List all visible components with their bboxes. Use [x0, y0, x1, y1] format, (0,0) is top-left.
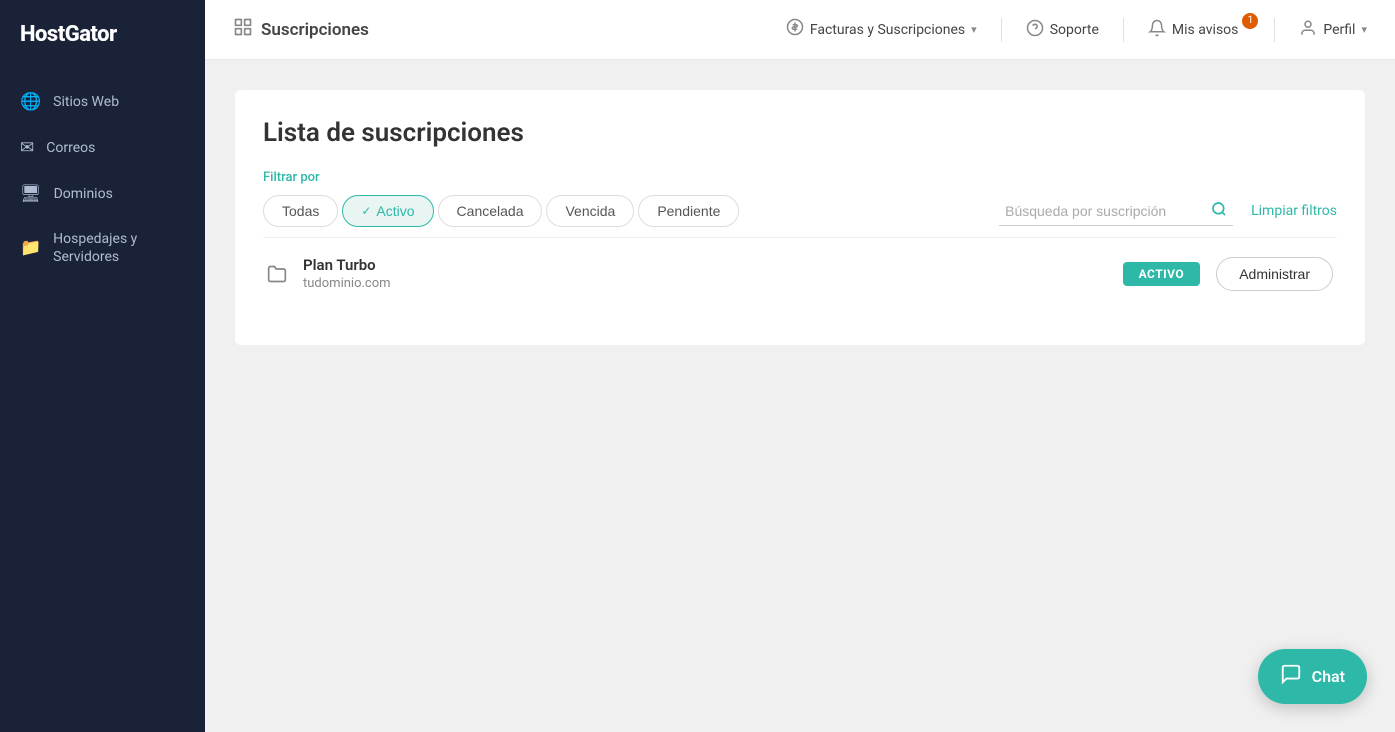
topnav-menu: Facturas y Suscripciones ▾ Soporte 1 Mis… — [786, 18, 1367, 42]
page-title-header: Suscripciones — [233, 17, 369, 42]
topnav-facturas[interactable]: Facturas y Suscripciones ▾ — [786, 18, 977, 41]
subscription-name: Plan Turbo — [303, 256, 1107, 274]
subscriptions-icon — [233, 17, 253, 42]
filter-activo-label: Activo — [376, 203, 414, 219]
filter-activo[interactable]: ✓ Activo — [342, 195, 433, 227]
filter-label[interactable]: Filtrar por — [263, 170, 1337, 185]
divider — [1274, 18, 1275, 42]
page-card: Lista de suscripciones Filtrar por Todas… — [235, 90, 1365, 345]
brand-logo: HostGator — [0, 0, 205, 69]
user-icon — [1299, 19, 1317, 41]
bell-icon — [1148, 19, 1166, 41]
filter-row: Todas ✓ Activo Cancelada Vencida Pendien… — [263, 195, 1337, 227]
sidebar-item-correos[interactable]: ✉ Correos — [0, 125, 205, 171]
mail-icon: ✉ — [20, 138, 34, 158]
soporte-label: Soporte — [1050, 22, 1099, 38]
perfil-label: Perfil — [1323, 22, 1355, 38]
filter-vencida[interactable]: Vencida — [546, 195, 634, 227]
page-title-text: Suscripciones — [261, 20, 369, 40]
topnav-perfil[interactable]: Perfil ▾ — [1299, 19, 1367, 41]
globe-icon: 🌐 — [20, 92, 41, 112]
search-box[interactable] — [999, 197, 1233, 226]
question-circle-icon — [1026, 19, 1044, 41]
topnav: Suscripciones Facturas y Suscripciones ▾… — [205, 0, 1395, 60]
chevron-down-icon: ▾ — [971, 23, 977, 36]
topnav-avisos[interactable]: 1 Mis avisos — [1148, 19, 1250, 41]
sidebar-nav: 🌐 Sitios Web ✉ Correos 🖥 Dominios 📁 Hosp… — [0, 69, 205, 289]
chat-label: Chat — [1312, 667, 1345, 686]
admin-button[interactable]: Administrar — [1216, 257, 1333, 291]
filter-pendiente[interactable]: Pendiente — [638, 195, 739, 227]
subscription-actions: Administrar — [1216, 257, 1333, 291]
avisos-label: Mis avisos — [1172, 22, 1238, 38]
sidebar-item-dominios[interactable]: 🖥 Dominios — [0, 171, 205, 217]
clear-filters-link[interactable]: Limpiar filtros — [1251, 203, 1337, 219]
filter-right: Limpiar filtros — [999, 197, 1337, 226]
topnav-soporte[interactable]: Soporte — [1026, 19, 1099, 41]
chevron-down-icon: ▾ — [1361, 23, 1367, 36]
folder-icon — [267, 264, 287, 284]
filter-cancelada[interactable]: Cancelada — [438, 195, 543, 227]
divider — [1123, 18, 1124, 42]
facturas-label: Facturas y Suscripciones — [810, 22, 965, 38]
sidebar-item-label: Dominios — [54, 186, 113, 202]
main-area: Suscripciones Facturas y Suscripciones ▾… — [205, 0, 1395, 732]
chat-button[interactable]: Chat — [1258, 649, 1367, 704]
filter-buttons: Todas ✓ Activo Cancelada Vencida Pendien… — [263, 195, 999, 227]
sidebar-item-label: Correos — [46, 140, 95, 156]
subscription-domain: tudominio.com — [303, 276, 1107, 291]
page-title: Lista de suscripciones — [263, 118, 1337, 148]
dollar-circle-icon — [786, 18, 804, 41]
notification-badge: 1 — [1242, 13, 1258, 29]
sidebar-item-label: Sitios Web — [53, 94, 119, 110]
subscription-info: Plan Turbo tudominio.com — [303, 256, 1107, 291]
content-area: Lista de suscripciones Filtrar por Todas… — [205, 60, 1395, 732]
search-input[interactable] — [1005, 203, 1205, 219]
search-icon — [1211, 201, 1227, 221]
table-row: Plan Turbo tudominio.com ACTIVO Administ… — [263, 237, 1337, 309]
sidebar: HostGator 🌐 Sitios Web ✉ Correos 🖥 Domin… — [0, 0, 205, 732]
filter-section: Filtrar por Todas ✓ Activo Cancelada Ven… — [263, 170, 1337, 227]
sidebar-item-label: Hospedajes yServidores — [53, 230, 137, 266]
divider — [1001, 18, 1002, 42]
folder-icon: 📁 — [20, 238, 41, 258]
check-icon: ✓ — [361, 204, 371, 218]
sidebar-item-sitios-web[interactable]: 🌐 Sitios Web — [0, 79, 205, 125]
monitor-icon: 🖥 — [20, 184, 42, 204]
sidebar-item-hospedajes[interactable]: 📁 Hospedajes yServidores — [0, 217, 205, 279]
subscription-list: Plan Turbo tudominio.com ACTIVO Administ… — [263, 237, 1337, 309]
chat-icon — [1280, 663, 1302, 690]
status-badge: ACTIVO — [1123, 262, 1201, 286]
filter-todas[interactable]: Todas — [263, 195, 338, 227]
